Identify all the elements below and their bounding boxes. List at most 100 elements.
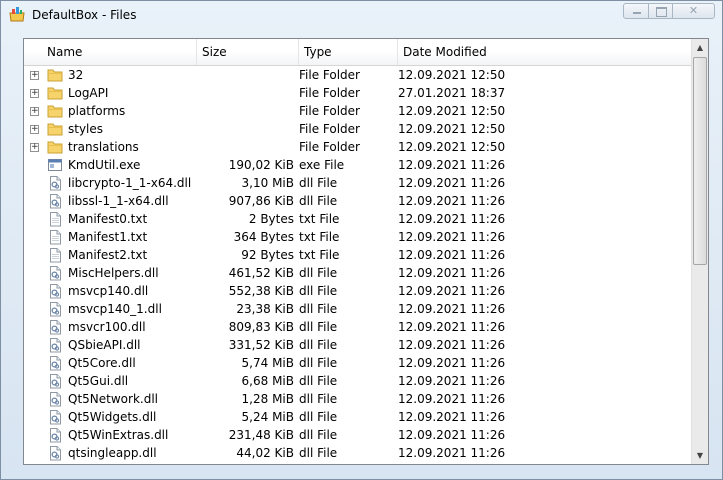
dll-icon	[47, 193, 63, 209]
file-name: 32	[68, 68, 84, 82]
minimize-icon	[633, 12, 641, 14]
file-row[interactable]: + platforms File Folder 12.09.2021 12:50	[24, 102, 692, 120]
folder-icon	[47, 139, 63, 155]
folder-icon	[47, 85, 63, 101]
file-row[interactable]: Manifest2.txt 92 Bytes txt File 12.09.2021 …	[24, 246, 692, 264]
file-type: File Folder	[299, 86, 360, 100]
file-date-modified: 12.09.2021 12:50	[398, 104, 506, 118]
file-size: 3,10 MiB	[241, 176, 294, 190]
file-row[interactable]: msvcp140.dll 552,38 KiB dll File 12.09.2021…	[24, 282, 692, 300]
file-type: File Folder	[299, 140, 360, 154]
maximize-button[interactable]	[648, 3, 673, 19]
file-date-modified: 12.09.2021 11:26	[398, 284, 506, 298]
file-type: dll File	[299, 194, 338, 208]
file-row[interactable]: qtsingleapp.dll 44,02 KiB dll File 12.09.20…	[24, 444, 692, 462]
window-title: DefaultBox - Files	[32, 8, 137, 22]
vertical-scrollbar[interactable]: ▲ ▼	[691, 39, 708, 464]
column-header-name[interactable]: Name	[24, 39, 197, 65]
file-size: 2 Bytes	[248, 212, 294, 226]
file-row[interactable]: +32 File Folder 12.09.2021 12:50	[24, 66, 692, 84]
file-name: platforms	[68, 104, 126, 118]
expand-toggle-icon[interactable]: +	[30, 107, 39, 116]
file-row[interactable]: MiscHelpers.dll 461,52 KiB dll File 12.09.2…	[24, 264, 692, 282]
txt-icon	[47, 247, 63, 263]
file-row[interactable]: libssl-1_1-x64.dll 907,86 KiB dll File 12.0…	[24, 192, 692, 210]
file-row[interactable]: msvcp140_1.dll 23,38 KiB dll File 12.09.202…	[24, 300, 692, 318]
file-date-modified: 12.09.2021 11:26	[398, 338, 506, 352]
dll-icon	[47, 409, 63, 425]
file-name: msvcr100.dll	[68, 320, 146, 334]
file-name: KmdUtil.exe	[68, 158, 141, 172]
file-date-modified: 12.09.2021 11:26	[398, 176, 506, 190]
file-tree-view[interactable]: Name Size Type Date Modified +32 File Fol…	[23, 38, 709, 465]
title-bar[interactable]: DefaultBox - Files ✕	[1, 1, 722, 29]
file-date-modified: 12.09.2021 11:26	[398, 158, 506, 172]
file-size: 190,02 KiB	[228, 158, 294, 172]
file-row[interactable]: Qt5Network.dll 1,28 MiB dll File 12.09.2021…	[24, 390, 692, 408]
dll-icon	[47, 391, 63, 407]
file-date-modified: 12.09.2021 12:50	[398, 122, 506, 136]
file-type: File Folder	[299, 68, 360, 82]
dll-icon	[47, 283, 63, 299]
file-row[interactable]: Qt5Gui.dll 6,68 MiB dll File 12.09.2021 11:…	[24, 372, 692, 390]
scroll-up-button[interactable]: ▲	[692, 39, 708, 56]
file-size: 6,68 MiB	[241, 374, 294, 388]
file-row[interactable]: msvcr100.dll 809,83 KiB dll File 12.09.2021…	[24, 318, 692, 336]
column-header-size[interactable]: Size	[197, 39, 299, 65]
dll-icon	[47, 265, 63, 281]
file-row[interactable]: Qt5Core.dll 5,74 MiB dll File 12.09.2021 11…	[24, 354, 692, 372]
expand-toggle-icon[interactable]: +	[30, 125, 39, 134]
scrollbar-thumb[interactable]	[693, 57, 707, 265]
dll-icon	[47, 373, 63, 389]
dll-icon	[47, 355, 63, 371]
minimize-button[interactable]	[623, 3, 649, 19]
file-row[interactable]: + translations File Folder 12.09.2021 12:50	[24, 138, 692, 156]
file-row[interactable]: libcrypto-1_1-x64.dll 3,10 MiB dll File 12.…	[24, 174, 692, 192]
dll-icon	[47, 301, 63, 317]
file-date-modified: 12.09.2021 11:26	[398, 266, 506, 280]
file-date-modified: 12.09.2021 11:26	[398, 302, 506, 316]
file-size: 231,48 KiB	[228, 428, 294, 442]
file-size: 5,74 MiB	[241, 356, 294, 370]
file-date-modified: 12.09.2021 11:26	[398, 248, 506, 262]
file-type: dll File	[299, 428, 338, 442]
file-row[interactable]: Qt5WinExtras.dll 231,48 KiB dll File 12.09.…	[24, 426, 692, 444]
file-name: Qt5Gui.dll	[68, 374, 129, 388]
expand-toggle-icon[interactable]: +	[30, 71, 39, 80]
file-type: File Folder	[299, 104, 360, 118]
file-row[interactable]: + LogAPI File Folder 27.01.2021 18:37	[24, 84, 692, 102]
file-name: MiscHelpers.dll	[68, 266, 159, 280]
file-row[interactable]: Manifest0.txt 2 Bytes txt File 12.09.2021 1…	[24, 210, 692, 228]
file-size: 364 Bytes	[233, 230, 294, 244]
file-date-modified: 12.09.2021 11:26	[398, 392, 506, 406]
file-row[interactable]: QSbieAPI.dll 331,52 KiB dll File 12.09.2021…	[24, 336, 692, 354]
file-type: File Folder	[299, 122, 360, 136]
column-header: Name Size Type Date Modified	[24, 39, 692, 66]
file-name: msvcp140_1.dll	[68, 302, 162, 316]
expand-toggle-icon[interactable]: +	[30, 89, 39, 98]
file-date-modified: 12.09.2021 12:50	[398, 140, 506, 154]
file-row[interactable]: + styles File Folder 12.09.2021 12:50	[24, 120, 692, 138]
file-date-modified: 12.09.2021 11:26	[398, 356, 506, 370]
file-row[interactable]: Manifest1.txt 364 Bytes txt File 12.09.2021…	[24, 228, 692, 246]
column-header-date[interactable]: Date Modified	[398, 39, 692, 65]
file-date-modified: 27.01.2021 18:37	[398, 86, 506, 100]
expand-toggle-icon[interactable]: +	[30, 143, 39, 152]
file-name: LogAPI	[68, 86, 109, 100]
close-button[interactable]: ✕	[672, 3, 715, 19]
scroll-down-button[interactable]: ▼	[692, 447, 708, 464]
file-size: 92 Bytes	[241, 248, 294, 262]
file-row[interactable]: KmdUtil.exe 190,02 KiB exe File 12.09.2021 …	[24, 156, 692, 174]
column-header-type[interactable]: Type	[299, 39, 398, 65]
file-name: Qt5Network.dll	[68, 392, 158, 406]
file-type: dll File	[299, 284, 338, 298]
folder-icon	[47, 121, 63, 137]
file-size: 552,38 KiB	[228, 284, 294, 298]
file-row[interactable]: Qt5Widgets.dll 5,24 MiB dll File 12.09.2021…	[24, 408, 692, 426]
file-size: 331,52 KiB	[228, 338, 294, 352]
close-icon: ✕	[688, 4, 699, 17]
file-size: 5,24 MiB	[241, 410, 294, 424]
file-date-modified: 12.09.2021 11:26	[398, 410, 506, 424]
file-type: dll File	[299, 446, 338, 460]
file-size: 907,86 KiB	[228, 194, 294, 208]
